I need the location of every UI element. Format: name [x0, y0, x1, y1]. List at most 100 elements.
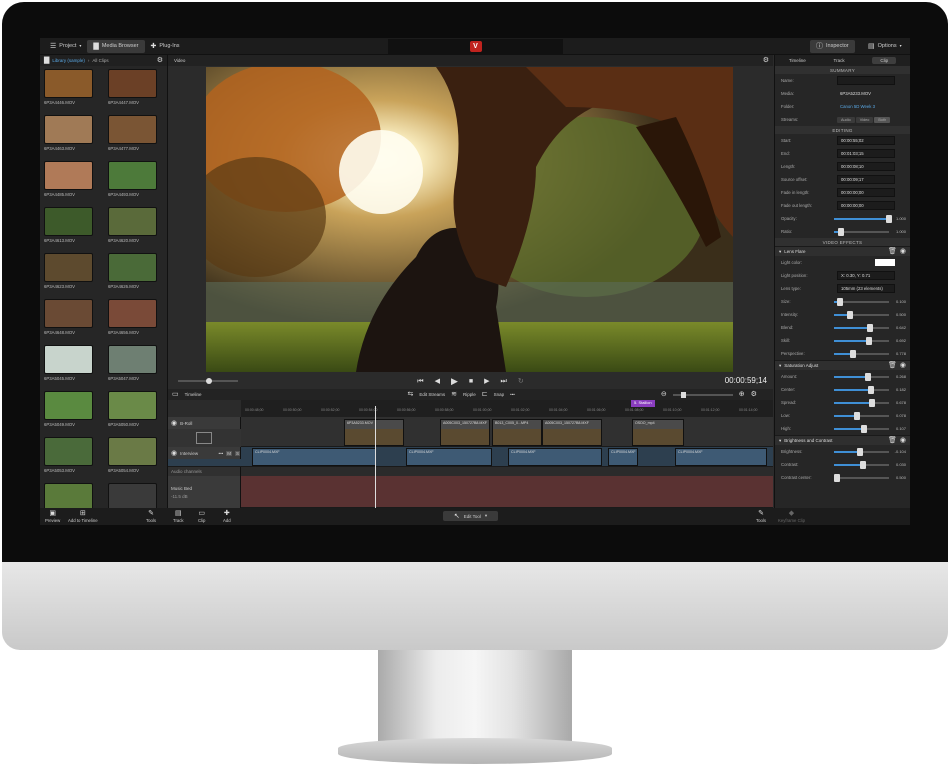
clip-item[interactable]: 6P3A4613.MOV	[44, 207, 104, 253]
step-back-icon[interactable]: ◀	[435, 378, 440, 385]
video-viewer[interactable]	[206, 67, 733, 372]
plugins-button[interactable]: ✚ Plug-Ins	[145, 40, 186, 53]
color-swatch[interactable]	[875, 259, 895, 266]
broll-clip[interactable]: A005C003_150727B8.MXF	[440, 419, 490, 446]
effect-slider[interactable]	[833, 473, 889, 482]
tools-button-right[interactable]: ✎ Tools	[756, 510, 766, 523]
scrubber[interactable]	[178, 378, 238, 384]
eye-icon[interactable]: ◉	[900, 248, 906, 255]
breadcrumb-root[interactable]: Library (sample)	[52, 58, 85, 63]
interview-clip[interactable]: CLIP0004.MXF	[252, 448, 376, 466]
broll-clip[interactable]: A005C003_150727B8.MXF	[542, 419, 602, 446]
streams-audio[interactable]: Audio	[837, 116, 855, 123]
editing-field[interactable]: 00:01:03;15	[837, 149, 895, 158]
ripple-button[interactable]: Ripple	[463, 392, 476, 397]
zoom-slider[interactable]	[672, 391, 733, 398]
brightness-header[interactable]: ▾ Brightness and Contrast 🗑 ◉	[775, 435, 910, 445]
audio-channels-toggle[interactable]: Audio channels	[168, 467, 241, 476]
eye-icon[interactable]: ◉	[171, 420, 177, 427]
streams-video[interactable]: Video	[855, 116, 874, 123]
preview-button[interactable]: ▣ Preview	[45, 510, 60, 523]
clip-item[interactable]: 6P3A4626.MOV	[108, 253, 168, 299]
interview-track-header[interactable]: ◉ Interview ••• M S	[168, 447, 241, 459]
tab-clip[interactable]: Clip	[872, 57, 897, 64]
interview-clip[interactable]: CLIP0004.MXF	[406, 448, 492, 466]
zoom-in-icon[interactable]: ⊕	[739, 391, 745, 398]
more-icon[interactable]: •••	[510, 392, 515, 397]
effect-slider[interactable]	[833, 398, 889, 407]
clip-item[interactable]: 6P3A4623.MOV	[44, 253, 104, 299]
marker[interactable]: 5. Stallion	[631, 400, 655, 407]
light-position-field[interactable]: X: 0.30, Y: 0.71	[837, 271, 895, 280]
timeline-ruler[interactable]: 5. Stallion 00:00:48;00 00:00:50;00 00:00:…	[241, 400, 773, 417]
tools-button-left[interactable]: ✎ Tools	[146, 510, 156, 523]
skip-start-icon[interactable]: ⏮	[417, 378, 423, 385]
saturation-header[interactable]: ▾ Saturation Adjust 🗑 ◉	[775, 360, 910, 370]
broll-clip[interactable]: B013_C005_0...MP4	[492, 419, 542, 446]
clip-item[interactable]: 6P3A4648.MOV	[44, 299, 104, 345]
interview-clip[interactable]: CLIP0004.MXF	[675, 448, 767, 466]
media-browser-button[interactable]: ▇ Media Browser	[87, 39, 145, 53]
ratio-slider[interactable]	[833, 227, 889, 236]
broll-track-header[interactable]: ◉ B-Roll	[168, 417, 241, 429]
effect-slider[interactable]	[833, 297, 889, 306]
tab-track[interactable]: Track	[833, 58, 844, 63]
eye-icon[interactable]: ◉	[900, 362, 906, 369]
opacity-slider[interactable]	[833, 214, 892, 223]
trash-icon[interactable]: 🗑	[888, 362, 897, 369]
add-button[interactable]: ✚ Add	[223, 510, 231, 523]
editing-field[interactable]: 00:00:08;10	[837, 162, 895, 171]
clip-item[interactable]: 6P3A5047.MOV	[108, 345, 168, 391]
editing-field[interactable]: 00:00:09;17	[837, 175, 895, 184]
stop-icon[interactable]: ■	[469, 378, 473, 385]
gear-icon[interactable]: ⚙	[763, 57, 769, 64]
clip-item[interactable]: 6P3A4447.MOV	[108, 69, 168, 115]
add-to-timeline-button[interactable]: ⊞ Add to Timeline	[68, 510, 98, 523]
play-icon[interactable]: ▶	[451, 376, 458, 386]
clip-item[interactable]: 6P3A4477.MOV	[108, 115, 168, 161]
trash-icon[interactable]: 🗑	[888, 437, 897, 444]
edit-tool-button[interactable]: ↖ Edit Tool ▾	[443, 511, 498, 521]
track-button[interactable]: ▤ Track	[173, 510, 184, 523]
interview-clip[interactable]: CLIP0004.MXF	[608, 448, 638, 466]
streams-both[interactable]: Both	[874, 116, 891, 123]
zoom-out-icon[interactable]: ⊖	[661, 391, 667, 398]
clip-item[interactable]: 6P3A5053.MOV	[44, 437, 104, 483]
trash-icon[interactable]: 🗑	[888, 248, 897, 255]
effect-slider[interactable]	[833, 372, 889, 381]
clip-button[interactable]: ▭ Clip	[198, 510, 205, 523]
clip-item[interactable]: 6P3A4656.MOV	[108, 299, 168, 345]
folder-link[interactable]: Canon 5D Week 3	[837, 102, 895, 111]
playhead[interactable]	[375, 406, 376, 508]
effect-slider[interactable]	[833, 310, 889, 319]
effect-slider[interactable]	[833, 460, 889, 469]
clip-item[interactable]: 6P3A4463.MOV	[44, 115, 104, 161]
snap-button[interactable]: Snap	[494, 392, 505, 397]
eye-icon[interactable]: ◉	[900, 437, 906, 444]
clip-item[interactable]: 6P3A5049.MOV	[44, 391, 104, 437]
clip-item[interactable]: 6P3A4446.MOV	[44, 69, 104, 115]
broll-clip[interactable]: 6P3A5233.MOV	[344, 419, 404, 446]
clip-item[interactable]: 6P3A4620.MOV	[108, 207, 168, 253]
gear-icon[interactable]: ⚙	[157, 57, 163, 64]
scrubber-knob[interactable]	[206, 378, 212, 384]
clip-item[interactable]: 6P3A5045.MOV	[44, 345, 104, 391]
name-field[interactable]	[837, 76, 895, 85]
more-icon[interactable]: •••	[219, 451, 224, 456]
mute-button[interactable]: M	[226, 450, 232, 456]
editing-field[interactable]: 00:00:55;02	[837, 136, 895, 145]
editing-field[interactable]: 00:00:00;00	[837, 188, 895, 197]
effect-slider[interactable]	[833, 424, 889, 433]
options-button[interactable]: ▤ Options ▾	[862, 40, 908, 53]
project-button[interactable]: ☰ Project ▾	[44, 40, 87, 53]
loop-icon[interactable]: ↻	[518, 378, 524, 385]
lens-type-select[interactable]: 105mm (23 elements)	[837, 284, 895, 293]
eye-icon[interactable]: ◉	[171, 450, 177, 457]
edit-streams-button[interactable]: Edit Streams	[419, 392, 445, 397]
effect-slider[interactable]	[833, 349, 889, 358]
breadcrumb-current[interactable]: All Clips	[92, 58, 108, 63]
step-forward-icon[interactable]: ▶	[484, 378, 489, 385]
clip-item[interactable]: 6P3A5050.MOV	[108, 391, 168, 437]
broll-clip[interactable]: OSDO_mp4	[632, 419, 684, 446]
music-track-header[interactable]: Music Bed -11.5 dB	[168, 476, 241, 508]
